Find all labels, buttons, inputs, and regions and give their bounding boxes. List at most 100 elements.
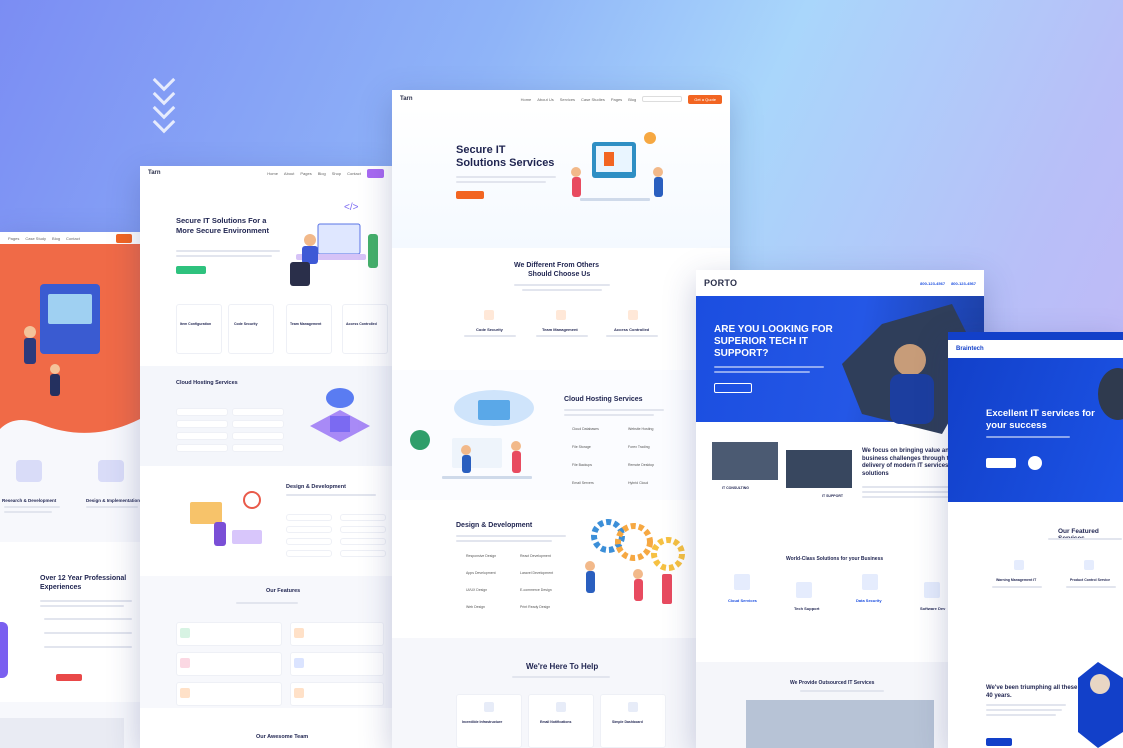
design-item: Print Ready Design [520,605,551,609]
cloud-item: Remote Desktop [628,463,655,467]
photo-tile [786,450,852,488]
screen-second: Tarn Home About Pages Blog Shop Contact … [140,166,392,748]
design-item: Apps Development [466,571,496,575]
play-icon[interactable] [1028,456,1042,470]
service-card[interactable] [228,304,274,354]
since-button[interactable] [986,738,1012,746]
screen-left-partial: Pages Case Study Blog Contact Research &… [0,232,140,748]
nav-cta-button[interactable] [366,168,384,178]
solutions-title: World-Class Solutions for your Business [786,556,884,562]
cloud-illustration [410,390,534,479]
hero-button[interactable] [986,458,1016,468]
nav-item[interactable]: Contact [66,236,80,241]
nav-item[interactable]: About [284,171,294,176]
hero-button[interactable] [176,266,206,274]
nav-item[interactable]: Case Studies [581,97,605,102]
design-item: Responsive Design [466,554,497,558]
photo-tile [712,442,778,480]
feature-title: Research & Development [2,498,57,503]
service-title: Warning Management IT [996,578,1037,582]
brand-logo[interactable]: Braintech [956,346,984,352]
nav-item[interactable]: Blog [628,97,636,102]
cloud-title: Cloud Hosting Services [176,380,238,386]
team-title: Our Awesome Team [256,734,309,740]
service-card[interactable] [286,304,332,354]
nav-item[interactable]: Blog [318,171,326,176]
since-title: We've been triumphing all these 40 years… [986,685,1078,699]
hero-title-line2: Solutions Services [456,157,555,169]
why-title-line2: Should Choose Us [528,271,591,278]
cloud-item: Website Hosting [628,427,654,431]
nav-item[interactable]: Case Study [25,236,46,241]
footer-image [0,718,124,748]
photo-label: IT CONSULTING [722,486,749,490]
service-title: Product Control Service [1070,578,1111,582]
brand-logo[interactable]: PORTO [704,278,737,288]
service-title: Team Management [542,327,578,332]
screen-porto: PORTO 800-123-4567 800-123-4567 ARE YOU … [696,270,984,748]
help-title: We're Here To Help [526,662,599,671]
service-title: Code Security [234,322,258,326]
service-title: Team Management [290,322,322,326]
hero-button[interactable] [456,191,484,199]
experience-panel: Over 12 Year Professional Experiences [0,542,140,702]
cloud-item: Email Servers [572,481,594,485]
nav-item[interactable]: Pages [300,171,311,176]
service-title: Item Configuration [180,322,212,326]
design-item: React Development [520,554,551,558]
solution-title: Cloud Services [728,598,757,603]
svg-text:</>: </> [344,202,359,213]
feature-icon [98,460,124,482]
solution-title: Data Security [856,598,882,603]
nav-item[interactable]: Pages [8,236,19,241]
nav-item[interactable]: Contact [347,171,361,176]
brand-logo[interactable]: Tarn [148,170,161,176]
cloud-title: Cloud Hosting Services [564,396,643,403]
cloud-item: File Storage [572,445,591,449]
hero-illustration [571,132,663,201]
nav-item[interactable]: About Us [537,97,553,102]
nav-item[interactable]: Pages [611,97,622,102]
design-item: Web Design [466,605,486,609]
feature-icon [16,460,42,482]
experience-button[interactable] [56,674,82,681]
design-item: Laravel Development [520,571,554,575]
topbar [948,332,1123,340]
cloud-illustration [310,388,370,442]
service-card[interactable] [176,304,222,354]
solution-title: Software Dev [920,606,946,611]
design-illustration [190,491,262,546]
design-illustration [585,519,685,604]
hero-orange-wave [0,244,140,433]
nav-item[interactable]: Home [521,97,532,102]
hero-illustration: </> [290,202,378,286]
phone-number: 800-123-4567 [951,280,976,286]
nav-item[interactable]: Shop [332,171,341,176]
design-item: UI/UX Design [466,588,488,592]
solution-title: Tech Support [794,606,820,611]
outsourced-title: We Provide Outsourced IT Services [790,680,875,686]
experience-title: Over 12 Year Professional Experiences [40,575,127,591]
quote-button[interactable]: Get a Quote [688,94,722,104]
design-title: Design & Development [286,484,346,490]
hero-button[interactable] [714,383,752,393]
help-item: Simple Dashboard [612,720,643,724]
hero-title: ARE YOU LOOKING FOR SUPERIOR TECH IT SUP… [714,324,833,359]
nav-cta-button[interactable] [115,233,132,243]
hero-title: Secure IT Solutions For a More Secure En… [176,216,269,235]
screen-braintech: Braintech Excellent IT services for your… [948,332,1123,748]
service-title: Code Security [476,327,503,332]
service-card[interactable] [342,304,388,354]
nav-item[interactable]: Services [560,97,575,102]
hero-title-line1: Secure IT [456,144,506,156]
features-title: Our Features [266,588,301,594]
nav-item[interactable]: Blog [52,236,60,241]
nav-item[interactable]: Home [267,171,278,176]
hero-title: Excellent IT services for your success [986,408,1095,431]
brand-logo[interactable]: Tarn [400,96,413,102]
service-title: Access Controlled [614,327,650,332]
why-title-line1: We Different From Others [514,262,600,269]
since-illustration [1078,662,1123,748]
design-title: Design & Development [456,522,533,529]
search-input[interactable] [642,96,683,102]
